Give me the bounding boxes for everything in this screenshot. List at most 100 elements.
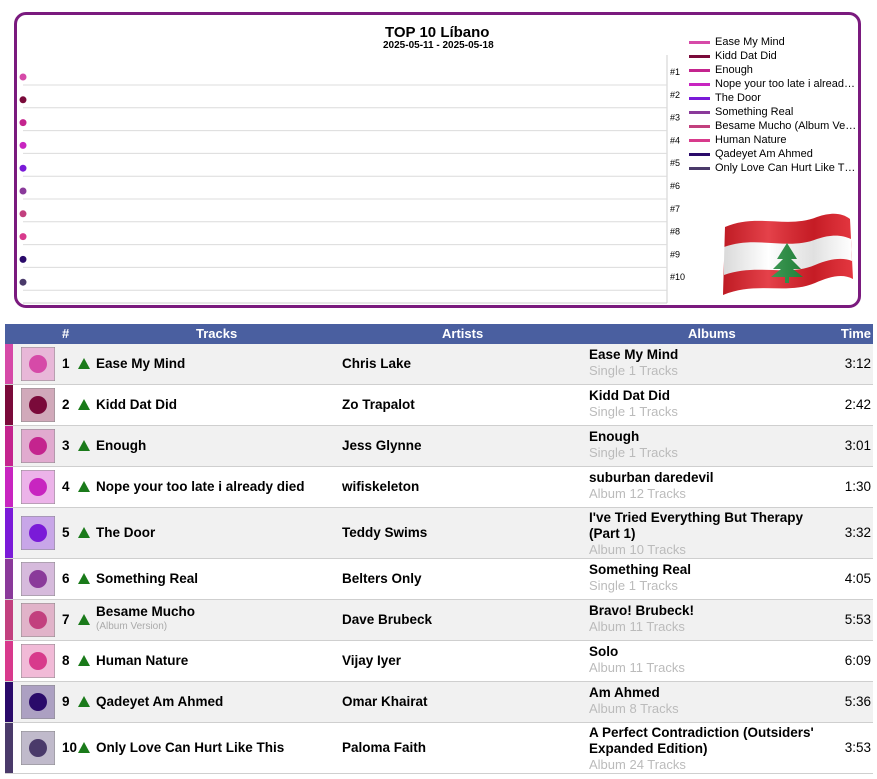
artist-name[interactable]: Belters Only: [342, 571, 422, 586]
rank-tick-label: #4: [670, 135, 680, 145]
rank-tick-label: #9: [670, 249, 680, 259]
table-row[interactable]: 4 Nope your too late i already died wifisk…: [5, 467, 873, 508]
album-cover-thumbnail[interactable]: [21, 429, 55, 463]
trend-up-icon: [78, 440, 90, 451]
album-cover-thumbnail[interactable]: [21, 644, 55, 678]
artist-name[interactable]: Chris Lake: [342, 356, 411, 371]
artist-name[interactable]: wifiskeleton: [342, 479, 419, 494]
album-title: A Perfect Contradiction (Outsiders' Expa…: [589, 725, 814, 756]
album-cell[interactable]: Something Real Single 1 Tracks: [589, 562, 829, 594]
track-title: Human Nature: [96, 653, 189, 668]
header-artists: Artists: [442, 326, 484, 341]
table-row[interactable]: 5 The Door Teddy Swims I've Tried Everythin…: [5, 508, 873, 559]
album-cover-thumbnail[interactable]: [21, 470, 55, 504]
trend-up-icon: [78, 527, 90, 538]
legend-item: The Door: [689, 91, 859, 105]
album-cover-thumbnail[interactable]: [21, 731, 55, 765]
album-cell[interactable]: Kidd Dat Did Single 1 Tracks: [589, 388, 829, 420]
header-tracks: Tracks: [196, 326, 238, 341]
album-cell[interactable]: Am Ahmed Album 8 Tracks: [589, 685, 829, 717]
track-cell[interactable]: Qadeyet Am Ahmed: [96, 694, 223, 709]
album-info: Single 1 Tracks: [589, 445, 678, 460]
track-cell[interactable]: Something Real: [96, 571, 198, 586]
track-cell[interactable]: Besame Mucho (Album Version): [96, 604, 195, 632]
legend-swatch: [689, 69, 710, 72]
rank-tick-label: #10: [670, 272, 685, 282]
series-point: [19, 255, 27, 263]
album-title: Am Ahmed: [589, 685, 660, 700]
track-title: Ease My Mind: [96, 356, 186, 371]
artist-name[interactable]: Jess Glynne: [342, 438, 422, 453]
table-row[interactable]: 1 Ease My Mind Chris Lake Ease My Mind Singl…: [5, 344, 873, 385]
track-duration: 1:30: [844, 479, 871, 494]
row-color-stripe: [5, 385, 13, 425]
album-cell[interactable]: Enough Single 1 Tracks: [589, 429, 829, 461]
album-cell[interactable]: Bravo! Brubeck! Album 11 Tracks: [589, 603, 829, 635]
album-info: Album 11 Tracks: [589, 619, 685, 634]
row-rank: 4: [62, 479, 70, 494]
legend-item: Kidd Dat Did: [689, 49, 859, 63]
rank-tick-label: #1: [670, 67, 680, 77]
row-color-stripe: [5, 600, 13, 640]
rank-tick-label: #2: [670, 90, 680, 100]
album-cover-thumbnail[interactable]: [21, 347, 55, 381]
track-cell[interactable]: Human Nature: [96, 653, 188, 668]
album-cover-thumbnail[interactable]: [21, 685, 55, 719]
legend-swatch: [689, 97, 710, 100]
series-point: [19, 187, 27, 195]
track-cell[interactable]: Kidd Dat Did: [96, 397, 177, 412]
rank-tick-label: #5: [670, 158, 680, 168]
album-cell[interactable]: Ease My Mind Single 1 Tracks: [589, 347, 829, 379]
album-cover-thumbnail[interactable]: [21, 603, 55, 637]
album-cell[interactable]: I've Tried Everything But Therapy (Part …: [589, 510, 829, 558]
artist-name[interactable]: Paloma Faith: [342, 740, 426, 755]
legend-item: Qadeyet Am Ahmed: [689, 147, 859, 161]
album-info: Single 1 Tracks: [589, 578, 678, 593]
track-cell[interactable]: Ease My Mind: [96, 356, 185, 371]
row-color-stripe: [5, 559, 13, 599]
legend-item: Besame Mucho (Album Ve…: [689, 119, 859, 133]
header-albums: Albums: [688, 326, 736, 341]
table-row[interactable]: 7 Besame Mucho (Album Version) Dave Brubeck…: [5, 600, 873, 641]
artist-name[interactable]: Vijay Iyer: [342, 653, 401, 668]
album-cover-thumbnail[interactable]: [21, 388, 55, 422]
album-cover-thumbnail[interactable]: [21, 562, 55, 596]
artist-name[interactable]: Zo Trapalot: [342, 397, 415, 412]
album-cell[interactable]: A Perfect Contradiction (Outsiders' Expa…: [589, 725, 829, 773]
row-rank: 3: [62, 438, 70, 453]
table-row[interactable]: 6 Something Real Belters Only Something Rea…: [5, 559, 873, 600]
header-number: #: [62, 326, 70, 341]
track-cell[interactable]: Nope your too late i already died: [96, 479, 305, 494]
legend-item: Something Real: [689, 105, 859, 119]
row-color-stripe: [5, 641, 13, 681]
table-body: 1 Ease My Mind Chris Lake Ease My Mind Singl…: [5, 344, 873, 774]
table-row[interactable]: 9 Qadeyet Am Ahmed Omar Khairat Am Ahmed Alb…: [5, 682, 873, 723]
album-cell[interactable]: Solo Album 11 Tracks: [589, 644, 829, 676]
table-row[interactable]: 10 Only Love Can Hurt Like This Paloma Fai…: [5, 723, 873, 774]
track-cell[interactable]: Enough: [96, 438, 146, 453]
row-rank: 6: [62, 571, 70, 586]
track-duration: 3:32: [844, 525, 871, 540]
table-row[interactable]: 8 Human Nature Vijay Iyer Solo Album 11 Trac…: [5, 641, 873, 682]
trend-up-icon: [78, 655, 90, 666]
table-row[interactable]: 2 Kidd Dat Did Zo Trapalot Kidd Dat Did Sing…: [5, 385, 873, 426]
series-point: [19, 141, 27, 149]
legend-item: Nope your too late i alread…: [689, 77, 859, 91]
album-title: Ease My Mind: [589, 347, 679, 362]
artist-name[interactable]: Dave Brubeck: [342, 612, 432, 627]
lebanon-flag-icon: [723, 213, 853, 295]
track-cell[interactable]: Only Love Can Hurt Like This: [96, 740, 284, 755]
legend-swatch: [689, 125, 710, 128]
chart-table: # Tracks Artists Albums Time 1 Ease My Mi…: [5, 324, 873, 774]
track-title: Something Real: [96, 571, 199, 586]
track-cell[interactable]: The Door: [96, 525, 155, 540]
album-cover-thumbnail[interactable]: [21, 516, 55, 550]
album-cell[interactable]: suburban daredevil Album 12 Tracks: [589, 470, 829, 502]
row-color-stripe: [5, 682, 13, 722]
row-rank: 2: [62, 397, 70, 412]
row-color-stripe: [5, 467, 13, 507]
track-duration: 3:53: [844, 740, 871, 755]
table-row[interactable]: 3 Enough Jess Glynne Enough Single 1 Tracks 3…: [5, 426, 873, 467]
artist-name[interactable]: Teddy Swims: [342, 525, 427, 540]
artist-name[interactable]: Omar Khairat: [342, 694, 428, 709]
